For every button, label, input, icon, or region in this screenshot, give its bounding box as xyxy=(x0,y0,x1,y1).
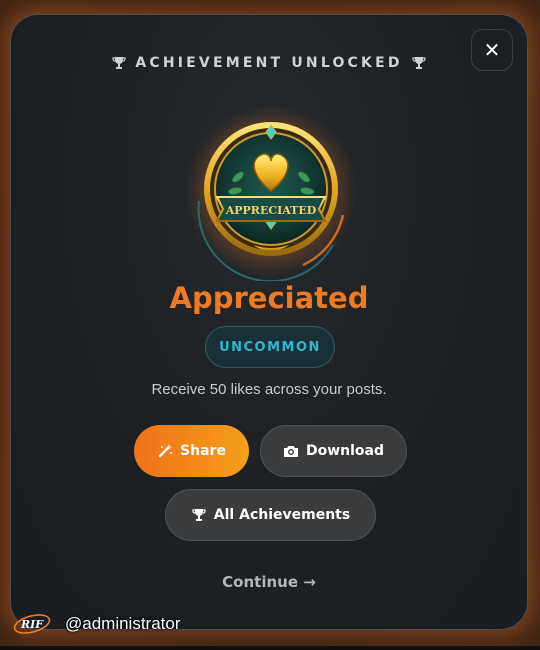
header-text: ACHIEVEMENT UNLOCKED xyxy=(135,55,403,71)
download-button[interactable]: Download xyxy=(260,425,407,477)
badge-ribbon-text: APPRECIATED xyxy=(225,204,317,217)
achievement-title: Appreciated xyxy=(169,281,369,315)
trophy-icon xyxy=(112,57,126,69)
achievement-modal: ✕ ACHIEVEMENT UNLOCKED APPRECIATED Appre… xyxy=(10,14,528,630)
username-label: @administrator xyxy=(65,614,181,633)
achievement-description: Receive 50 likes across your posts. xyxy=(151,381,387,398)
achievement-badge: APPRECIATED xyxy=(183,105,359,283)
trophy-icon xyxy=(412,57,426,69)
camera-icon xyxy=(283,446,298,457)
site-logo: RIF xyxy=(12,610,52,638)
all-achievements-button[interactable]: All Achievements xyxy=(165,489,376,541)
all-achievements-label: All Achievements xyxy=(213,507,351,523)
share-label: Share xyxy=(180,443,226,459)
download-label: Download xyxy=(305,443,385,459)
rarity-badge: UNCOMMON xyxy=(205,326,335,368)
trophy-icon xyxy=(192,509,206,521)
bottom-bar xyxy=(0,646,540,650)
golden-heart-badge-icon: APPRECIATED xyxy=(185,105,357,283)
magic-wand-icon xyxy=(158,444,173,458)
achievement-header: ACHIEVEMENT UNLOCKED xyxy=(11,55,527,71)
logo-text: RIF xyxy=(20,618,44,631)
share-button[interactable]: Share xyxy=(134,425,249,477)
rif-logo-icon: RIF xyxy=(13,614,51,634)
continue-button[interactable]: Continue → xyxy=(11,573,527,591)
